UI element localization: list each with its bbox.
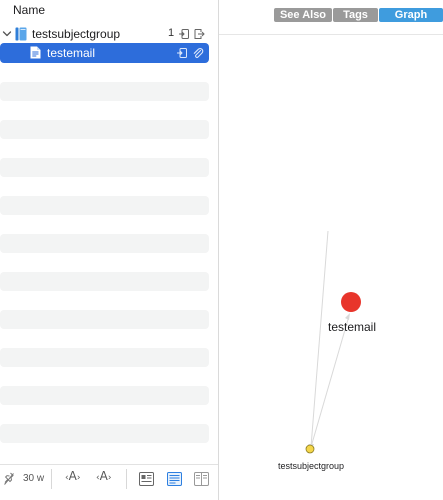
- graph-node-testsubjectgroup[interactable]: [305, 444, 315, 454]
- graph-node-testemail[interactable]: [341, 292, 361, 312]
- decrease-font-button[interactable]: ‹A›: [65, 469, 80, 483]
- empty-row-stripe: [0, 424, 209, 443]
- inspector-pane: See Also Tags Graph testemail testsubjec…: [219, 0, 443, 500]
- decrease-font-label: A: [68, 469, 77, 483]
- group-label: testsubjectgroup: [32, 27, 121, 41]
- document-icon: [30, 46, 41, 59]
- app-window: Name testsubjectgroup 1 testemail 30 w ‹…: [0, 0, 443, 500]
- empty-row-stripe: [0, 196, 209, 215]
- linked-reference-icon: [179, 29, 189, 39]
- outline-row-selected[interactable]: testemail: [0, 43, 209, 63]
- linked-reference-icon: [177, 48, 187, 58]
- chevron-down-icon[interactable]: [2, 28, 12, 40]
- toolbar-divider: [126, 469, 127, 489]
- graph-node-label: testsubjectgroup: [278, 461, 344, 471]
- empty-row-stripe: [0, 82, 209, 101]
- attachment-icon[interactable]: [192, 47, 204, 59]
- graph-edge: [310, 230, 329, 448]
- empty-row-stripe: [0, 120, 209, 139]
- empty-row-stripe: [0, 386, 209, 405]
- empty-row-stripe: [0, 234, 209, 253]
- empty-row-stripe: [0, 158, 209, 177]
- document-label: testemail: [47, 46, 96, 60]
- split-view-icon[interactable]: [194, 471, 209, 487]
- folder-group-icon: [15, 27, 27, 41]
- graph-node-label: testemail: [328, 320, 376, 334]
- reveal-icon[interactable]: [193, 28, 205, 40]
- document-outline-pane: Name testsubjectgroup 1 testemail 30 w ‹…: [0, 0, 218, 500]
- increase-arrow-icon-right: ›: [107, 473, 112, 483]
- increase-font-button[interactable]: ‹A›: [96, 469, 111, 483]
- increase-font-label: A: [99, 469, 108, 483]
- outline-row-group[interactable]: testsubjectgroup 1: [0, 25, 218, 44]
- name-column-header[interactable]: Name: [0, 0, 218, 22]
- group-item-count: 1: [168, 27, 175, 39]
- info-view-icon[interactable]: [139, 471, 154, 487]
- toolbar-divider: [51, 469, 52, 489]
- disabled-pin-icon[interactable]: [3, 471, 15, 487]
- empty-row-stripe: [0, 310, 209, 329]
- document-toolbar: 30 w ‹A› ‹A›: [0, 464, 218, 500]
- empty-row-stripe: [0, 272, 209, 291]
- empty-row-stripe: [0, 348, 209, 367]
- relationship-graph[interactable]: testemail testsubjectgroup: [219, 0, 443, 500]
- name-column-label: Name: [13, 3, 46, 17]
- graph-edge: [310, 315, 350, 448]
- text-view-icon[interactable]: [167, 471, 182, 487]
- decrease-arrow-icon-right: ›: [76, 473, 81, 483]
- word-count[interactable]: 30 w: [23, 473, 44, 484]
- graph-edge-arrowhead: [345, 313, 350, 320]
